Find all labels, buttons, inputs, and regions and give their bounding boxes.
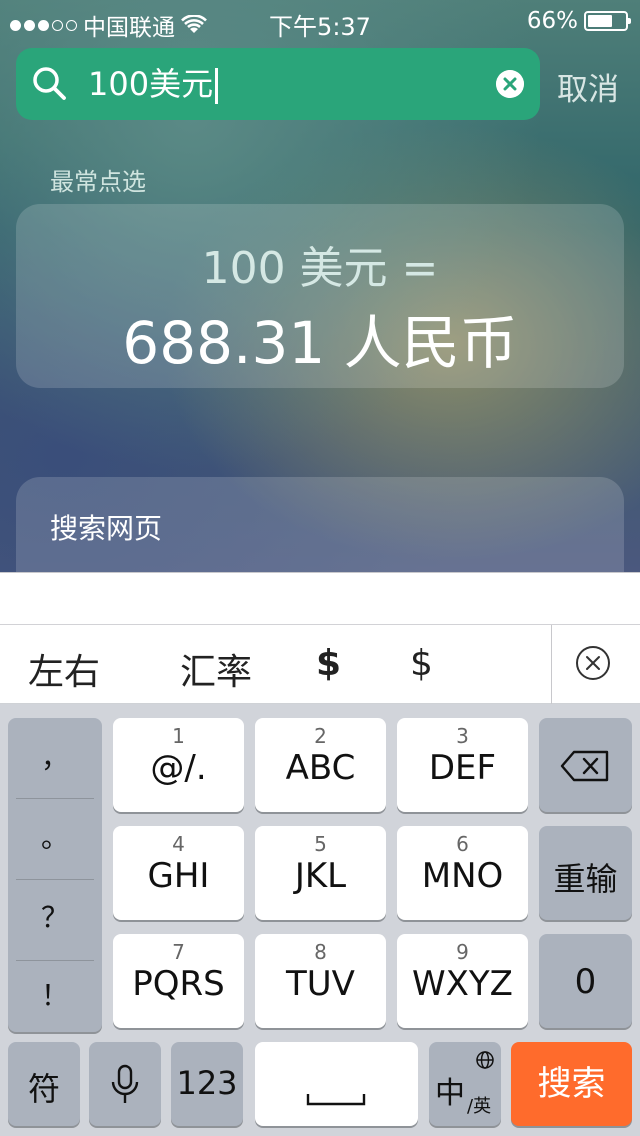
language-switch-key[interactable]: 中 /英 <box>429 1042 501 1126</box>
cancel-button[interactable]: 取消 <box>557 64 619 109</box>
space-icon <box>306 1094 366 1106</box>
punct-period-key[interactable]: 。 <box>8 798 102 878</box>
status-bar: 中国联通 下午5:37 66% <box>0 0 640 41</box>
candidate-item[interactable]: 左右 <box>28 643 100 695</box>
candidate-bar: 左右 汇率 $ $ <box>0 624 640 705</box>
key-4[interactable]: 4 GHI <box>113 826 244 920</box>
punct-exclaim-key[interactable]: ！ <box>8 956 102 1036</box>
reinput-key[interactable]: 重输 <box>539 826 632 920</box>
punct-question-key[interactable]: ？ <box>8 878 102 958</box>
key-8[interactable]: 8 TUV <box>255 934 386 1028</box>
key-7[interactable]: 7 PQRS <box>113 934 244 1028</box>
text-caret <box>215 68 219 104</box>
key-3[interactable]: 3 DEF <box>397 718 528 812</box>
conversion-result: 688.31 人民币 <box>122 309 518 377</box>
key-1[interactable]: 1 @/. <box>113 718 244 812</box>
conversion-source: 100 美元 = <box>201 243 439 294</box>
candidate-item[interactable]: 汇率 <box>180 643 252 695</box>
microphone-icon <box>111 1064 139 1103</box>
microphone-key[interactable] <box>89 1042 161 1126</box>
battery-percent: 66% <box>526 8 578 34</box>
punctuation-column: ， 。 ？ ！ <box>8 718 102 1032</box>
currency-result-card[interactable]: 100 美元 = 688.31 人民币 <box>16 204 624 388</box>
candidate-item[interactable]: $ <box>410 643 433 684</box>
backspace-key[interactable] <box>539 718 632 812</box>
symbol-key[interactable]: 符 <box>8 1042 80 1126</box>
key-9[interactable]: 9 WXYZ <box>397 934 528 1028</box>
search-input[interactable]: 100美元 <box>88 64 219 104</box>
clear-icon[interactable] <box>496 70 524 98</box>
close-icon[interactable] <box>575 645 611 681</box>
keyboard: ， 。 ？ ！ 1 @/. 2 ABC 3 DEF 4 GHI 5 JKL 6 … <box>0 704 640 1136</box>
search-icon <box>33 67 66 100</box>
search-button[interactable]: 搜索 <box>511 1042 632 1126</box>
punct-comma-key[interactable]: ， <box>8 718 102 798</box>
keyboard-top-bar <box>0 572 640 625</box>
key-2[interactable]: 2 ABC <box>255 718 386 812</box>
divider <box>551 625 552 705</box>
search-field[interactable]: 100美元 <box>16 48 540 120</box>
key-5[interactable]: 5 JKL <box>255 826 386 920</box>
battery-group: 66% <box>526 8 631 34</box>
space-key[interactable] <box>255 1042 418 1126</box>
key-6[interactable]: 6 MNO <box>397 826 528 920</box>
zero-key[interactable]: 0 <box>539 934 632 1028</box>
globe-icon <box>476 1051 494 1069</box>
web-search-card[interactable]: 搜索网页 <box>16 477 624 587</box>
number-mode-key[interactable]: 123 <box>171 1042 243 1126</box>
web-search-label: 搜索网页 <box>50 512 163 545</box>
battery-icon <box>584 11 631 31</box>
candidate-item[interactable]: $ <box>316 643 341 684</box>
backspace-icon <box>560 750 609 782</box>
section-label: 最常点选 <box>50 168 146 196</box>
